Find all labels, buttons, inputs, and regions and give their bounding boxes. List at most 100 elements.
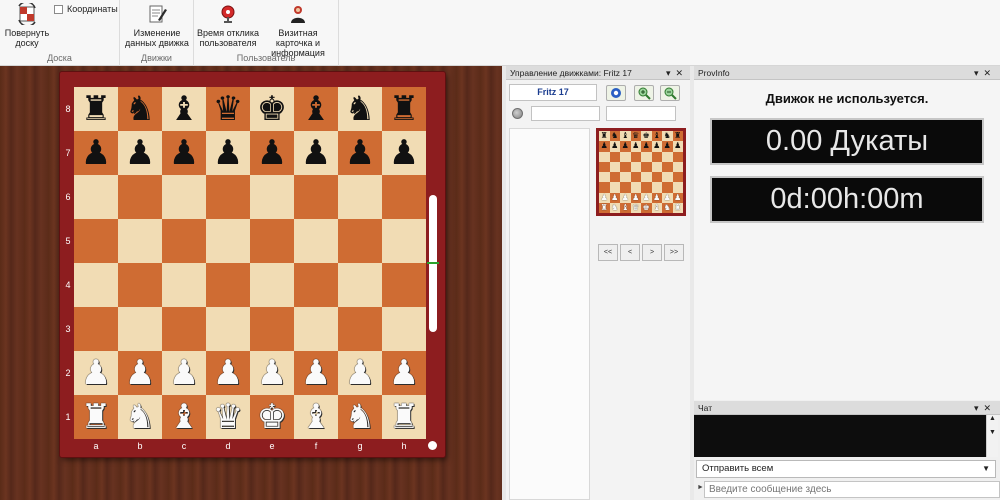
white-knight-icon[interactable]: ♞: [345, 395, 375, 439]
square-g2[interactable]: ♟: [338, 351, 382, 395]
square-a7[interactable]: ♟: [74, 131, 118, 175]
square-b1[interactable]: ♞: [118, 395, 162, 439]
square-b8[interactable]: ♞: [118, 87, 162, 131]
square-a8[interactable]: ♜: [74, 87, 118, 131]
white-pawn-icon[interactable]: ♟: [301, 351, 331, 395]
zoom-out-button[interactable]: [660, 85, 680, 101]
square-d5[interactable]: [206, 219, 250, 263]
black-bishop-icon[interactable]: ♝: [169, 87, 199, 131]
chat-message-input[interactable]: [704, 481, 1000, 498]
square-d2[interactable]: ♟: [206, 351, 250, 395]
square-f8[interactable]: ♝: [294, 87, 338, 131]
square-h5[interactable]: [382, 219, 426, 263]
white-bishop-icon[interactable]: ♝: [301, 395, 331, 439]
square-h1[interactable]: ♜: [382, 395, 426, 439]
engine-name-field[interactable]: Fritz 17: [509, 84, 597, 101]
black-knight-icon[interactable]: ♞: [345, 87, 375, 131]
square-e2[interactable]: ♟: [250, 351, 294, 395]
chat-recipient-select[interactable]: Отправить всем ▼: [696, 460, 996, 478]
white-pawn-icon[interactable]: ♟: [345, 351, 375, 395]
square-c8[interactable]: ♝: [162, 87, 206, 131]
square-b3[interactable]: [118, 307, 162, 351]
white-king-icon[interactable]: ♚: [257, 395, 287, 439]
square-b7[interactable]: ♟: [118, 131, 162, 175]
square-a4[interactable]: [74, 263, 118, 307]
square-d1[interactable]: ♛: [206, 395, 250, 439]
black-pawn-icon[interactable]: ♟: [81, 131, 111, 175]
white-pawn-icon[interactable]: ♟: [81, 351, 111, 395]
black-pawn-icon[interactable]: ♟: [301, 131, 331, 175]
square-e5[interactable]: [250, 219, 294, 263]
white-knight-icon[interactable]: ♞: [125, 395, 155, 439]
square-b5[interactable]: [118, 219, 162, 263]
flip-board-button[interactable]: Повернуть доску: [4, 1, 50, 48]
square-f5[interactable]: [294, 219, 338, 263]
white-pawn-icon[interactable]: ♟: [389, 351, 419, 395]
white-pawn-icon[interactable]: ♟: [169, 351, 199, 395]
provinfo-header-buttons[interactable]: ▾✕: [974, 66, 996, 80]
business-card-button[interactable]: Визитная карточка и информация: [260, 3, 336, 58]
chat-messages[interactable]: [694, 415, 986, 457]
square-a3[interactable]: [74, 307, 118, 351]
square-c7[interactable]: ♟: [162, 131, 206, 175]
square-b4[interactable]: [118, 263, 162, 307]
coordinates-checkbox[interactable]: Координаты: [54, 4, 118, 14]
square-h8[interactable]: ♜: [382, 87, 426, 131]
black-queen-icon[interactable]: ♛: [213, 87, 243, 131]
square-c1[interactable]: ♝: [162, 395, 206, 439]
square-e6[interactable]: [250, 175, 294, 219]
square-h7[interactable]: ♟: [382, 131, 426, 175]
zoom-in-button[interactable]: [634, 85, 654, 101]
black-pawn-icon[interactable]: ♟: [257, 131, 287, 175]
square-b2[interactable]: ♟: [118, 351, 162, 395]
black-rook-icon[interactable]: ♜: [81, 87, 111, 131]
square-h3[interactable]: [382, 307, 426, 351]
square-h6[interactable]: [382, 175, 426, 219]
black-pawn-icon[interactable]: ♟: [389, 131, 419, 175]
square-c3[interactable]: [162, 307, 206, 351]
nav-last-button[interactable]: >>: [664, 244, 684, 261]
white-bishop-icon[interactable]: ♝: [169, 395, 199, 439]
square-d6[interactable]: [206, 175, 250, 219]
black-rook-icon[interactable]: ♜: [389, 87, 419, 131]
user-response-time-button[interactable]: Время отклика пользователя: [196, 3, 260, 48]
square-h4[interactable]: [382, 263, 426, 307]
square-g3[interactable]: [338, 307, 382, 351]
square-d8[interactable]: ♛: [206, 87, 250, 131]
black-king-icon[interactable]: ♚: [257, 87, 287, 131]
square-f3[interactable]: [294, 307, 338, 351]
square-d4[interactable]: [206, 263, 250, 307]
panel-header-buttons[interactable]: ▾✕: [666, 66, 688, 80]
engine-output-list[interactable]: [509, 128, 590, 500]
white-pawn-icon[interactable]: ♟: [125, 351, 155, 395]
square-a2[interactable]: ♟: [74, 351, 118, 395]
square-c4[interactable]: [162, 263, 206, 307]
square-g8[interactable]: ♞: [338, 87, 382, 131]
white-rook-icon[interactable]: ♜: [81, 395, 111, 439]
chess-board[interactable]: ♜ ♞ ♝ ♛ ♚ ♝ ♞ ♜ ♟ ♟ ♟ ♟ ♟ ♟ ♟ ♟ ♟ ♟ ♟ ♟ ♟ ♟ ♟ ♟ ♜ ♞ ♝ ♛ ♚ ♝ ♞ ♜: [74, 87, 426, 439]
white-pawn-icon[interactable]: ♟: [257, 351, 287, 395]
chat-header-buttons[interactable]: ▾✕: [974, 401, 996, 415]
square-f1[interactable]: ♝: [294, 395, 338, 439]
square-b6[interactable]: [118, 175, 162, 219]
black-bishop-icon[interactable]: ♝: [301, 87, 331, 131]
square-a1[interactable]: ♜: [74, 395, 118, 439]
square-f7[interactable]: ♟: [294, 131, 338, 175]
nav-next-button[interactable]: >: [642, 244, 662, 261]
square-g7[interactable]: ♟: [338, 131, 382, 175]
black-pawn-icon[interactable]: ♟: [345, 131, 375, 175]
square-a5[interactable]: [74, 219, 118, 263]
white-queen-icon[interactable]: ♛: [213, 395, 243, 439]
square-e3[interactable]: [250, 307, 294, 351]
square-g5[interactable]: [338, 219, 382, 263]
white-pawn-icon[interactable]: ♟: [213, 351, 243, 395]
black-pawn-icon[interactable]: ♟: [125, 131, 155, 175]
square-f2[interactable]: ♟: [294, 351, 338, 395]
coordinates-check-icon[interactable]: [54, 4, 63, 14]
square-e7[interactable]: ♟: [250, 131, 294, 175]
square-c6[interactable]: [162, 175, 206, 219]
black-pawn-icon[interactable]: ♟: [213, 131, 243, 175]
nav-prev-button[interactable]: <: [620, 244, 640, 261]
square-g6[interactable]: [338, 175, 382, 219]
engine-start-button[interactable]: [606, 85, 626, 101]
